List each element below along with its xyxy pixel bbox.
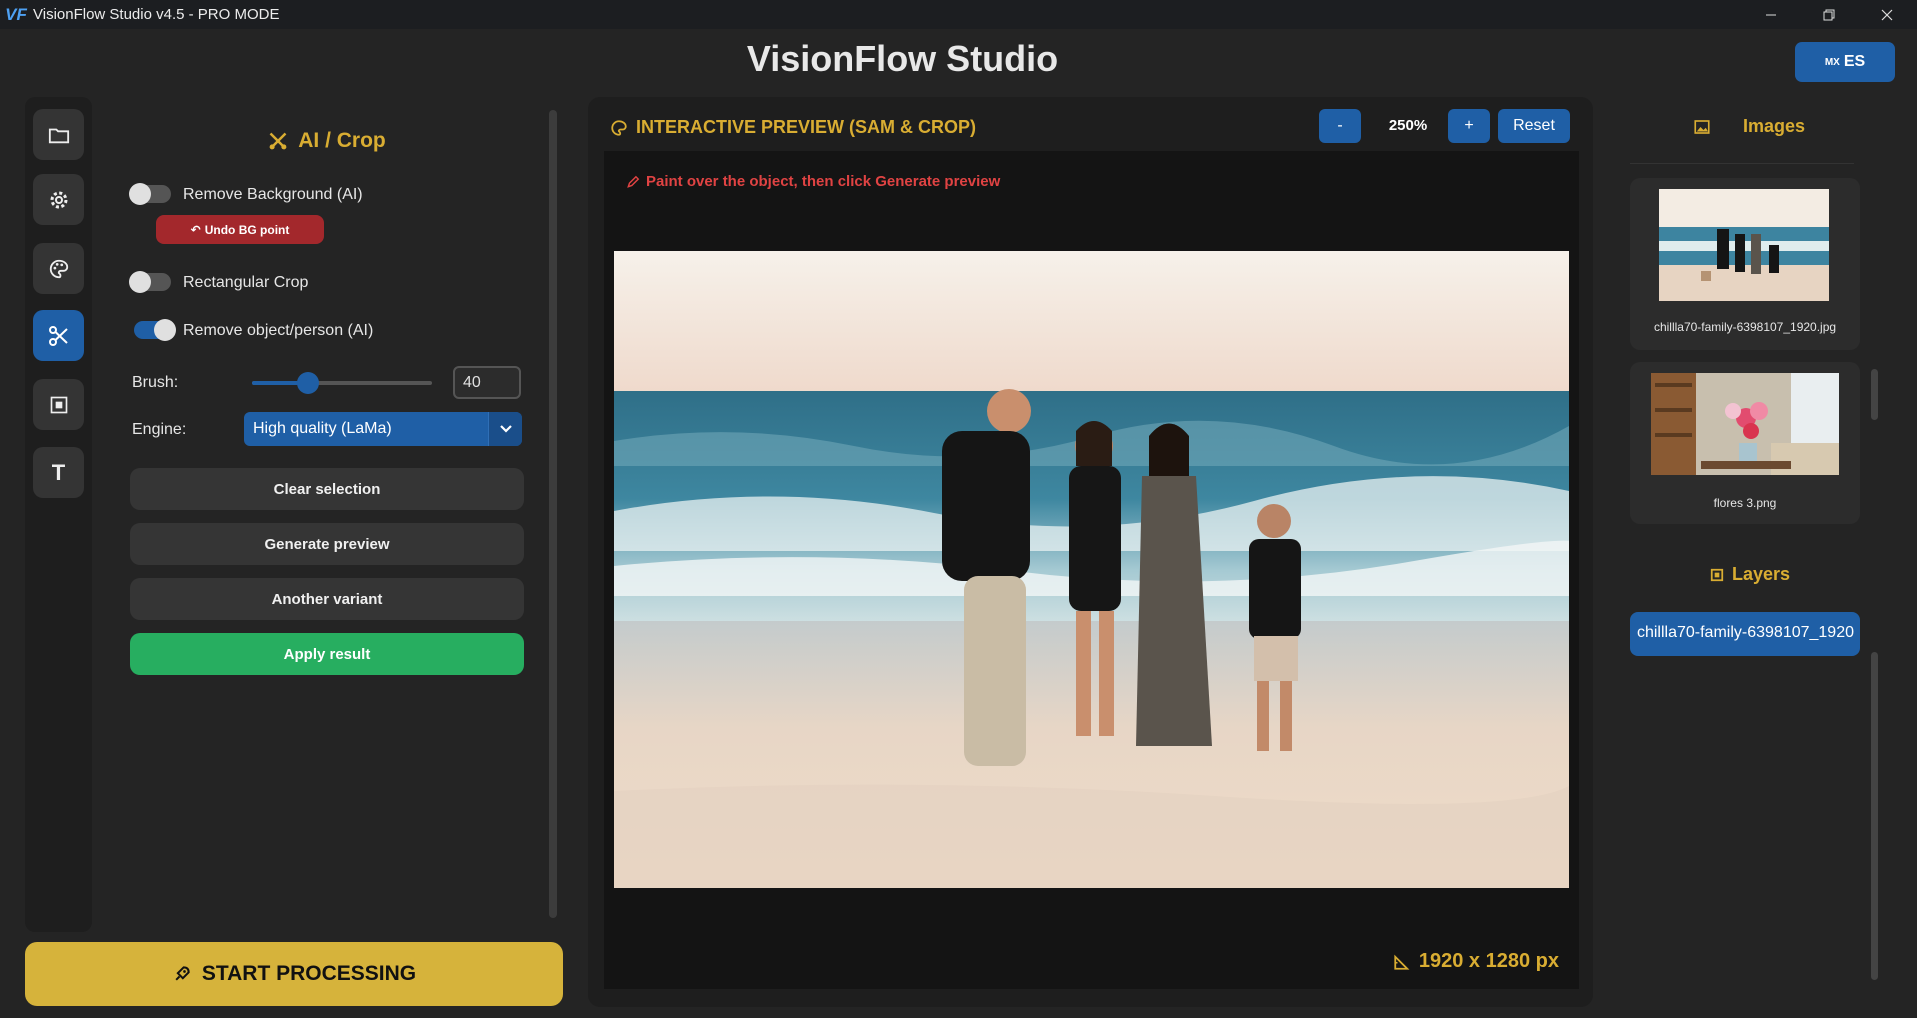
remove-object-label: Remove object/person (AI) [183,322,374,339]
generate-preview-button[interactable]: Generate preview [130,523,524,565]
panel-title-text: AI / Crop [298,129,386,152]
layers-scrollbar[interactable] [1871,652,1878,980]
start-processing-label: START PROCESSING [201,962,417,985]
gear-icon [50,191,67,208]
another-variant-button[interactable]: Another variant [130,578,524,620]
image-thumb-name: flores 3.png [1713,496,1777,510]
image-thumb-name: chillla70-family-6398107_1920.jpg [1653,320,1837,334]
undo-bg-point-button[interactable]: ↶ Undo BG point [156,215,324,244]
zoom-level: 250% [1388,117,1428,134]
paint-hint: Paint over the object, then click Genera… [626,173,1000,190]
panel-title: AI / Crop [92,129,562,153]
remove-object-toggle[interactable] [134,319,176,341]
undo-bg-point-label: Undo BG point [204,222,290,237]
remove-background-toggle[interactable] [129,183,171,205]
app-logo-icon: VF [5,4,27,24]
tool-rail: T [25,97,92,932]
tools-icon [269,132,287,150]
zoom-in-button[interactable]: + [1448,109,1490,143]
flag-icon: MX [1824,56,1840,68]
rail-frame-button[interactable] [33,379,84,430]
brush-label: Brush: [132,374,179,391]
brush-slider[interactable] [252,372,432,394]
scissors-icon [48,325,68,346]
preview-image[interactable] [614,251,1569,888]
engine-label: Engine: [132,421,187,438]
folder-icon [48,128,69,143]
language-button[interactable]: MX ES [1795,42,1895,82]
engine-select-value: High quality (LaMa) [253,420,392,437]
images-title: Images [1693,116,1805,137]
undo-icon: ↶ [190,222,201,237]
image-thumb-card[interactable]: chillla70-family-6398107_1920.jpg [1630,178,1860,350]
layers-title: Layers [1710,564,1790,585]
brush-slider-handle[interactable] [296,372,319,394]
left-panel-scrollbar[interactable] [549,110,557,918]
layers-title-text: Layers [1732,564,1791,584]
text-icon: T [51,459,66,485]
apply-result-button[interactable]: Apply result [130,633,524,675]
palette-icon [49,259,68,278]
pencil-icon [627,175,640,188]
minimize-icon[interactable] [1748,0,1794,29]
window-title: VisionFlow Studio v4.5 - PRO MODE [33,6,280,23]
language-label: ES [1843,53,1866,70]
layer-item[interactable]: chillla70-family-6398107_1920 [1630,612,1860,656]
rectangular-crop-toggle[interactable] [129,271,171,293]
rail-settings-button[interactable] [33,174,84,225]
ruler-icon [1394,954,1410,970]
close-icon[interactable] [1864,0,1910,29]
rectangular-crop-label: Rectangular Crop [183,274,309,291]
image-icon [1694,119,1710,134]
image-thumbnail [1659,189,1829,301]
images-scrollbar[interactable] [1871,369,1878,420]
frame-icon [50,396,67,413]
rail-text-button[interactable]: T [33,447,84,498]
images-title-text: Images [1743,116,1806,136]
remove-background-label: Remove Background (AI) [183,186,363,203]
rail-crop-button[interactable] [33,310,84,361]
rail-color-button[interactable] [33,243,84,294]
layer-item-label: chillla70-family-6398107_1920 [1636,624,1854,641]
brush-size-input[interactable]: 40 [453,366,521,399]
image-dimensions: 1920 x 1280 px [1393,950,1559,973]
images-divider [1630,163,1854,164]
image-dimensions-text: 1920 x 1280 px [1418,950,1559,972]
preview-title: INTERACTIVE PREVIEW (SAM & CROP) [610,117,976,138]
palette-icon [611,119,627,136]
rocket-icon [175,966,190,981]
image-thumb-card[interactable]: flores 3.png [1630,362,1860,524]
zoom-reset-button[interactable]: Reset [1498,109,1570,143]
engine-select[interactable]: High quality (LaMa) [244,412,522,446]
paint-hint-text: Paint over the object, then click Genera… [646,173,1001,190]
restore-icon[interactable] [1806,0,1852,29]
app-title: VisionFlow Studio [746,38,1059,79]
title-bar: VF VisionFlow Studio v4.5 - PRO MODE [0,0,1917,29]
zoom-out-button[interactable]: - [1319,109,1361,143]
image-thumbnail [1651,373,1839,475]
chevron-down-icon[interactable] [488,412,522,446]
preview-canvas[interactable]: Paint over the object, then click Genera… [604,151,1579,989]
preview-panel: INTERACTIVE PREVIEW (SAM & CROP) - 250% … [588,97,1593,1007]
preview-title-text: INTERACTIVE PREVIEW (SAM & CROP) [636,117,977,137]
start-processing-button[interactable]: START PROCESSING [25,942,563,1006]
layers-icon [1710,568,1724,581]
clear-selection-button[interactable]: Clear selection [130,468,524,510]
rail-files-button[interactable] [33,109,84,160]
